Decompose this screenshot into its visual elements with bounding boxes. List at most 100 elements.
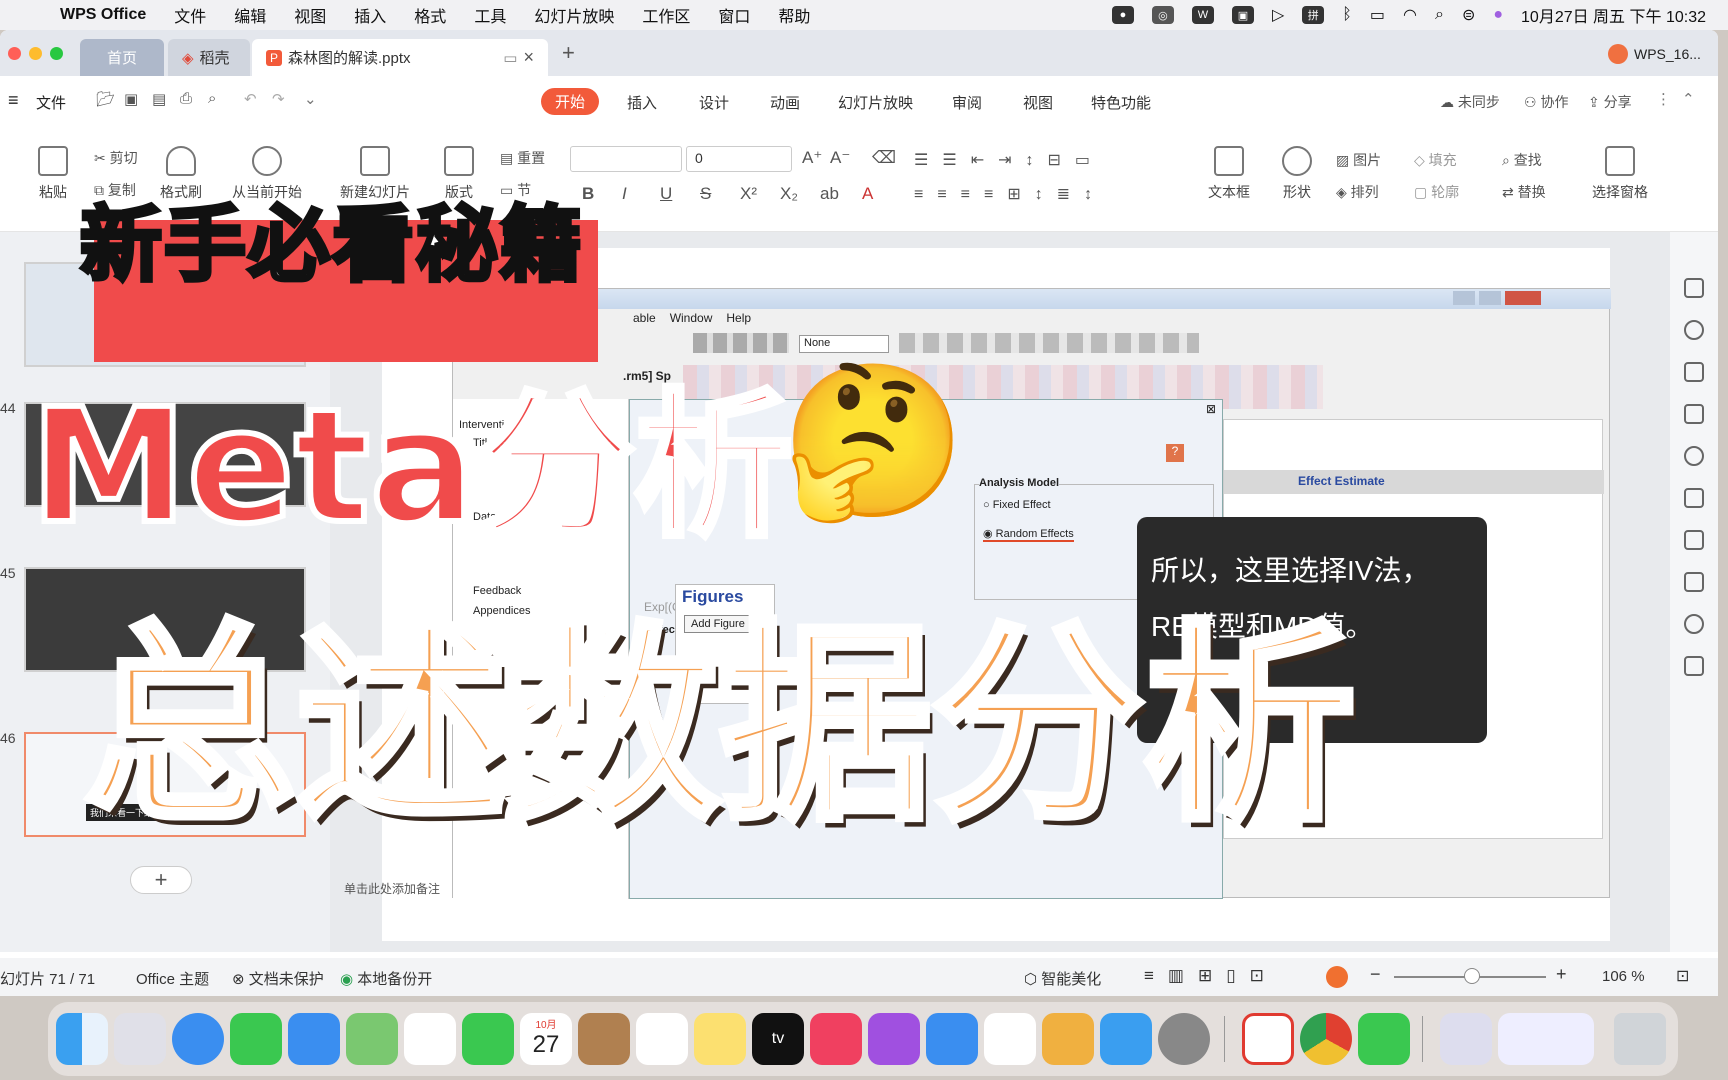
menu-app[interactable]: WPS Office (60, 6, 146, 24)
italic-icon[interactable]: I (622, 184, 627, 204)
strikethrough-icon[interactable]: S (700, 184, 711, 204)
trash-icon[interactable] (1614, 1013, 1666, 1065)
collapse-ribbon-icon[interactable]: ⌃ (1682, 90, 1695, 108)
file-menu-button[interactable]: 文件 (36, 92, 66, 113)
history-icon[interactable] (1684, 614, 1704, 634)
underline-icon[interactable]: U (660, 184, 672, 204)
messages-icon[interactable] (230, 1013, 282, 1065)
clear-format-icon[interactable]: ⌫ (872, 148, 896, 168)
control-center-icon[interactable]: ⊜ (1462, 5, 1475, 25)
arrange-button[interactable]: ◈ 排列 (1336, 182, 1379, 202)
pages-icon[interactable] (1042, 1013, 1094, 1065)
close-window-button[interactable] (8, 47, 21, 60)
beautify-button[interactable]: ⬡ 智能美化 (1024, 968, 1101, 989)
ribbon-tab-insert[interactable]: 插入 (627, 92, 657, 113)
add-slide-button[interactable]: + (130, 866, 192, 894)
ribbon-tab-design[interactable]: 设计 (699, 92, 729, 113)
sidebar-icon[interactable] (1684, 488, 1704, 508)
menu-tools[interactable]: 工具 (474, 3, 506, 27)
share-button[interactable]: ⇪ 分享 (1588, 92, 1632, 112)
sidebar-icon[interactable] (1684, 446, 1704, 466)
increase-font-icon[interactable]: A⁺ (802, 148, 822, 168)
zoom-slider-handle[interactable] (1464, 968, 1480, 984)
reminders-icon[interactable] (636, 1013, 688, 1065)
apple-tv-icon[interactable]: tv (752, 1013, 804, 1065)
paste-button[interactable]: 粘贴 (38, 146, 68, 202)
podcasts-icon[interactable] (868, 1013, 920, 1065)
font-family-select[interactable] (570, 146, 682, 172)
zoom-level[interactable]: 106 % (1602, 968, 1645, 985)
save-icon[interactable]: ▣ (124, 90, 138, 108)
contacts-icon[interactable] (578, 1013, 630, 1065)
subscript-icon[interactable]: X₂ (780, 184, 798, 204)
photos-icon[interactable] (404, 1013, 456, 1065)
more-icon[interactable]: ⌄ (304, 90, 317, 108)
selection-pane-button[interactable]: 选择窗格 (1592, 146, 1648, 202)
music-icon[interactable] (810, 1013, 862, 1065)
app-store-icon[interactable] (1100, 1013, 1152, 1065)
sidebar-icon[interactable] (1684, 404, 1704, 424)
menu-insert[interactable]: 插入 (354, 3, 386, 27)
mail-icon[interactable] (288, 1013, 340, 1065)
ribbon-tab-slideshow[interactable]: 幻灯片放映 (838, 92, 913, 113)
kebab-icon[interactable]: ⋮ (1656, 90, 1671, 108)
superscript-icon[interactable]: X² (740, 184, 757, 204)
fit-window-icon[interactable]: ⊡ (1676, 966, 1689, 986)
tab-docer[interactable]: ◈ 稻壳 (168, 39, 250, 76)
pdf-icon[interactable]: ▤ (152, 90, 166, 108)
ribbon-tab-features[interactable]: 特色功能 (1091, 92, 1151, 113)
cut-button[interactable]: ✂ 剪切 (94, 148, 138, 168)
screen-record-icon[interactable]: ● (1111, 6, 1134, 24)
wps-office-icon[interactable] (1242, 1013, 1294, 1065)
zoom-in-button[interactable]: + (1556, 964, 1567, 985)
chrome-icon[interactable] (1300, 1013, 1352, 1065)
ribbon-tab-review[interactable]: 审阅 (952, 92, 982, 113)
font-size-select[interactable]: 0 (686, 146, 792, 172)
play-icon[interactable]: ▷ (1272, 5, 1284, 25)
picture-button[interactable]: ▨ 图片 (1336, 150, 1381, 170)
system-settings-icon[interactable] (1158, 1013, 1210, 1065)
menu-workspace[interactable]: 工作区 (642, 3, 690, 27)
screen-icon[interactable]: ▭ (503, 49, 517, 67)
tab-home[interactable]: 首页 (80, 39, 164, 76)
collab-button[interactable]: ⚇ 协作 (1524, 92, 1568, 112)
open-icon[interactable]: 📂︎ (96, 90, 115, 108)
battery-icon[interactable]: ▭ (1370, 5, 1385, 25)
tab-document[interactable]: P 森林图的解读.pptx ▭ × (252, 39, 548, 76)
menu-help[interactable]: 帮助 (778, 3, 810, 27)
fill-button[interactable]: ◇ 填充 (1414, 150, 1457, 170)
textbox-button[interactable]: 文本框 (1208, 146, 1250, 202)
ribbon-tab-view[interactable]: 视图 (1023, 92, 1053, 113)
backup-status[interactable]: ◉ 本地备份开 (340, 968, 432, 989)
search-icon[interactable]: ⌕ (1435, 6, 1444, 24)
wechat-icon[interactable] (1358, 1013, 1410, 1065)
sliders-icon[interactable] (1684, 572, 1704, 592)
ribbon-tab-animation[interactable]: 动画 (770, 92, 800, 113)
numbers-icon[interactable] (984, 1013, 1036, 1065)
downloads-stack-icon[interactable] (1440, 1013, 1492, 1065)
zoom-window-button[interactable] (50, 47, 63, 60)
view-mode-buttons[interactable]: ≡▥⊞▯⊡ (1144, 966, 1278, 986)
outline-button[interactable]: ▢ 轮廓 (1414, 182, 1459, 202)
keynote-icon[interactable] (926, 1013, 978, 1065)
woc-icon[interactable]: ▣ (1231, 6, 1254, 24)
shape-button[interactable]: 形状 (1282, 146, 1312, 202)
reset-button[interactable]: ▤ 重置 (500, 148, 545, 168)
safari-icon[interactable] (172, 1013, 224, 1065)
wechat-status-icon[interactable]: ◎ (1151, 6, 1174, 24)
close-tab-icon[interactable]: × (523, 47, 534, 68)
sidebar-icon[interactable] (1684, 320, 1704, 340)
bluetooth-icon[interactable]: ᛒ (1342, 6, 1352, 24)
siri-icon[interactable]: ● (1493, 6, 1503, 24)
preview-icon[interactable]: ⌕ (208, 90, 216, 107)
replace-button[interactable]: ⇄ 替换 (1502, 182, 1546, 202)
menu-file[interactable]: 文件 (174, 3, 206, 27)
menu-window[interactable]: 窗口 (718, 3, 750, 27)
notes-placeholder[interactable]: 单击此处添加备注 (344, 880, 440, 897)
font-color-icon[interactable]: A (862, 184, 873, 204)
user-account[interactable]: WPS_16... (1608, 44, 1701, 64)
sidebar-icon[interactable] (1684, 362, 1704, 382)
menu-edit[interactable]: 编辑 (234, 3, 266, 27)
minimize-window-button[interactable] (29, 47, 42, 60)
maps-icon[interactable] (346, 1013, 398, 1065)
